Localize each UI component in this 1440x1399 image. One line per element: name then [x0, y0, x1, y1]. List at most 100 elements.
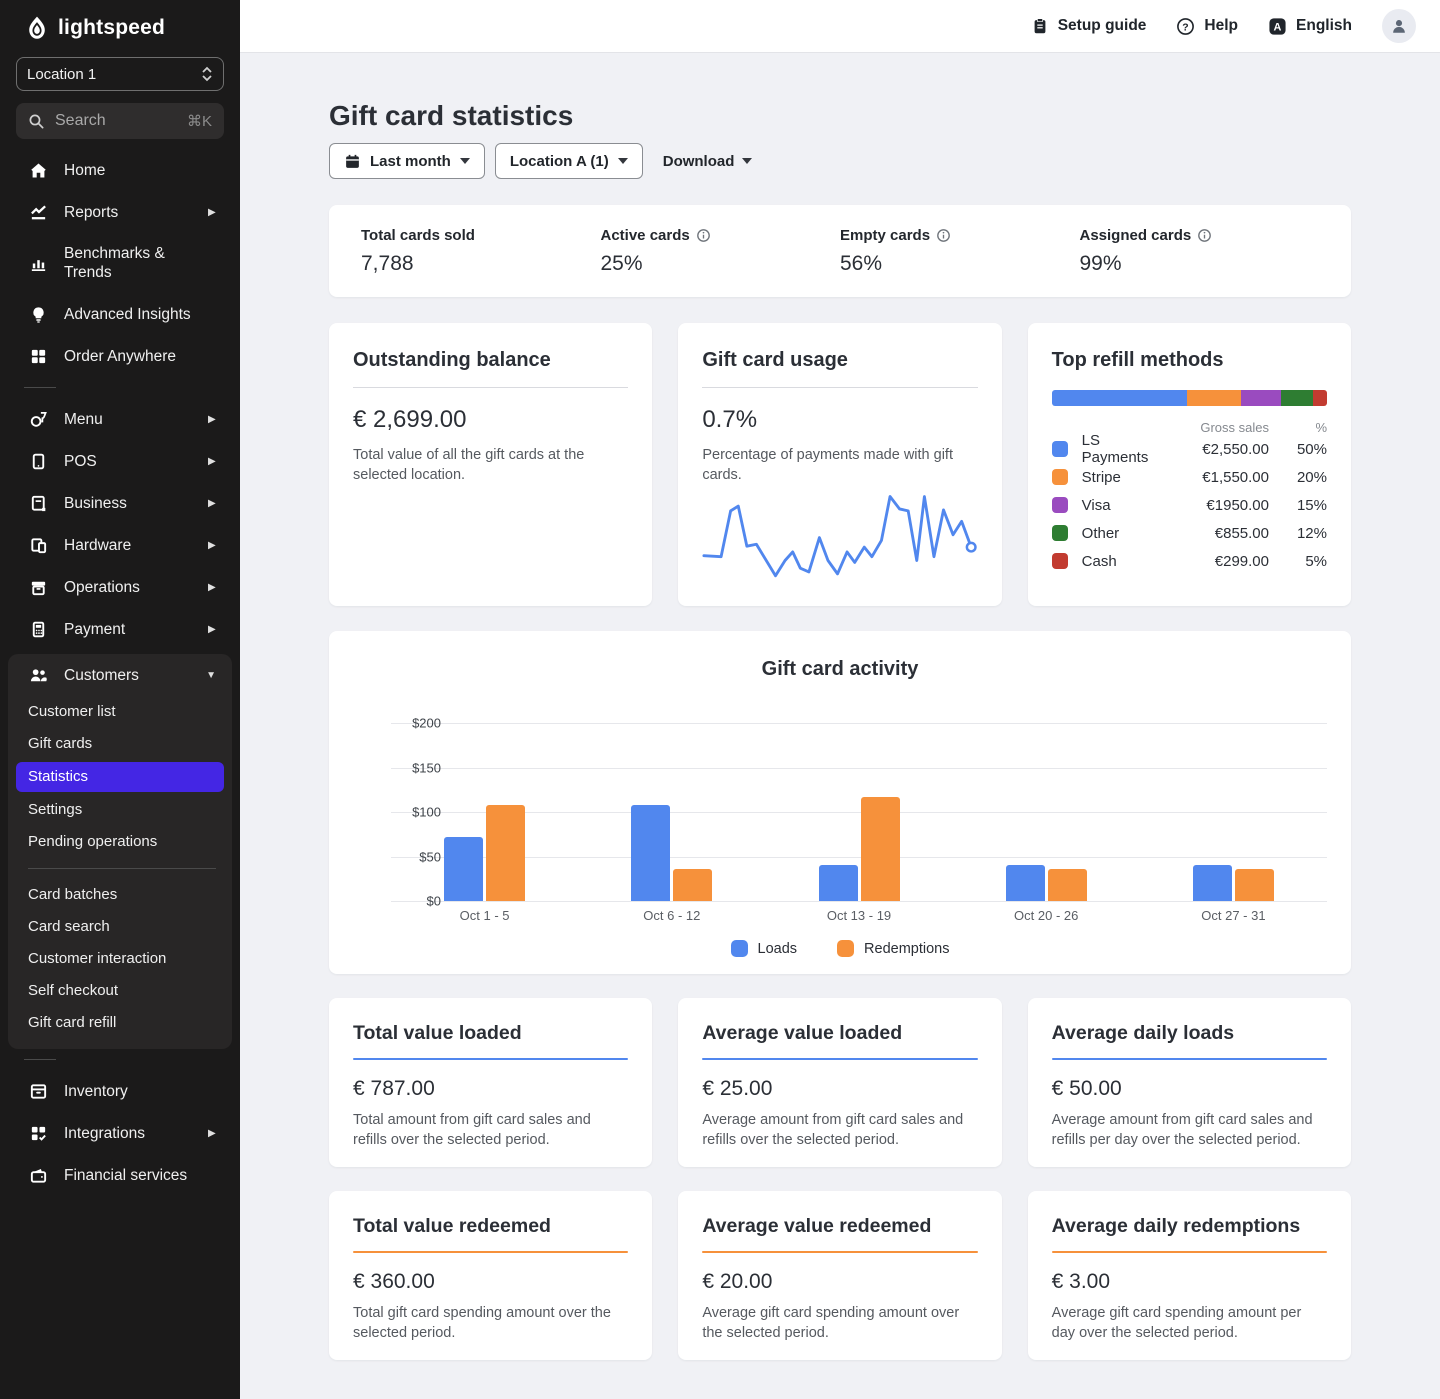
average-daily-loads-card: Average daily loads € 50.00 Average amou… — [1028, 998, 1351, 1167]
submenu-customer-interaction[interactable]: Customer interaction — [8, 943, 232, 975]
stat-value: 56% — [840, 252, 1080, 276]
user-avatar[interactable] — [1382, 9, 1416, 43]
sidebar-item-menu[interactable]: Menu ▶ — [0, 398, 240, 440]
page-title: Gift card statistics — [329, 100, 1351, 132]
sidebar-item-business[interactable]: Business ▶ — [0, 482, 240, 524]
download-button[interactable]: Download — [663, 153, 753, 170]
bar-redemptions — [1048, 869, 1087, 901]
sidebar-item-pos[interactable]: POS ▶ — [0, 440, 240, 482]
outstanding-balance-card: Outstanding balance € 2,699.00 Total val… — [329, 323, 652, 606]
home-icon — [28, 160, 48, 180]
chart-title: Gift card activity — [329, 657, 1351, 681]
refill-percentage: 5% — [1269, 553, 1327, 570]
refill-segment-visa — [1241, 390, 1281, 406]
stat-value: 25% — [601, 252, 841, 276]
info-icon[interactable] — [1197, 228, 1212, 243]
sidebar-nav: Home Reports ▶ Benchmarks & Trends Advan… — [0, 149, 240, 1196]
sidebar-divider — [24, 1059, 56, 1060]
accent-rule — [702, 1058, 977, 1060]
sidebar-item-inventory[interactable]: Inventory — [0, 1070, 240, 1112]
bar-loads — [631, 805, 670, 901]
sidebar-divider — [24, 387, 56, 388]
reports-icon — [28, 202, 48, 222]
submenu-gift-cards[interactable]: Gift cards — [8, 728, 232, 760]
sidebar-item-advanced-insights[interactable]: Advanced Insights — [0, 293, 240, 335]
bar-group — [765, 723, 952, 901]
stat-active-cards: Active cards 25% — [601, 227, 841, 275]
updown-chevrons-icon — [201, 66, 213, 82]
submenu-settings[interactable]: Settings — [8, 794, 232, 826]
grid-icon — [28, 346, 48, 366]
customers-icon — [28, 665, 48, 685]
activity-chart-plot: $200 $150 $100 $50 $0 — [329, 723, 1327, 901]
sidebar-item-integrations[interactable]: Integrations ▶ — [0, 1112, 240, 1154]
sidebar-item-financial-services[interactable]: Financial services — [0, 1154, 240, 1196]
x-axis-label: Oct 1 - 5 — [391, 908, 578, 923]
refill-gross-sales: €299.00 — [1159, 553, 1269, 570]
person-icon — [1390, 17, 1408, 35]
sidebar-item-hardware[interactable]: Hardware ▶ — [0, 524, 240, 566]
search-icon — [28, 113, 45, 130]
submenu-divider — [28, 868, 216, 869]
info-icon[interactable] — [696, 228, 711, 243]
refill-segment-cash — [1313, 390, 1327, 406]
box-icon — [28, 577, 48, 597]
help-button[interactable]: ? Help — [1176, 17, 1238, 36]
x-axis-label: Oct 20 - 26 — [953, 908, 1140, 923]
bar-redemptions — [1235, 869, 1274, 901]
refill-segment-other — [1281, 390, 1313, 406]
chevron-right-icon: ▶ — [208, 624, 216, 635]
submenu-card-search[interactable]: Card search — [8, 911, 232, 943]
refill-row: Other€855.0012% — [1052, 519, 1327, 547]
refill-swatch — [1052, 553, 1068, 569]
sidebar-item-operations[interactable]: Operations ▶ — [0, 566, 240, 608]
x-axis-label: Oct 27 - 31 — [1140, 908, 1327, 923]
bar-redemptions — [673, 869, 712, 901]
submenu-pending-operations[interactable]: Pending operations — [8, 826, 232, 858]
accent-rule — [1052, 1058, 1327, 1060]
refill-segment-stripe — [1187, 390, 1241, 406]
chevron-down-icon — [618, 158, 628, 164]
sidebar-item-reports[interactable]: Reports ▶ — [0, 191, 240, 233]
sidebar-item-order-anywhere[interactable]: Order Anywhere — [0, 335, 240, 377]
language-button[interactable]: A English — [1268, 17, 1352, 36]
info-icon[interactable] — [936, 228, 951, 243]
benchmarks-icon — [28, 253, 48, 273]
divider — [702, 387, 977, 388]
main-column: Setup guide ? Help A English Gift card s… — [240, 0, 1440, 1399]
chevron-right-icon: ▶ — [208, 498, 216, 509]
location-selector[interactable]: Location 1 — [16, 57, 224, 91]
submenu-customer-list[interactable]: Customer list — [8, 696, 232, 728]
usage-sparkline-chart — [702, 487, 979, 592]
outstanding-balance-value: € 2,699.00 — [353, 406, 628, 434]
x-axis-label: Oct 13 - 19 — [765, 908, 952, 923]
chevron-down-icon — [742, 158, 752, 164]
average-daily-redemptions-card: Average daily redemptions € 3.00 Average… — [1028, 1191, 1351, 1360]
refill-table: LS Payments€2,550.0050%Stripe€1,550.0020… — [1052, 435, 1327, 575]
refill-swatch — [1052, 441, 1068, 457]
accent-rule — [353, 1058, 628, 1060]
submenu-card-batches[interactable]: Card batches — [8, 879, 232, 911]
submenu-gift-card-refill[interactable]: Gift card refill — [8, 1007, 232, 1039]
location-selector-value: Location 1 — [27, 66, 96, 83]
search-input[interactable]: Search ⌘K — [16, 103, 224, 139]
refill-method-name: Other — [1082, 525, 1159, 542]
refill-swatch — [1052, 525, 1068, 541]
refill-method-name: LS Payments — [1082, 432, 1159, 466]
bar-redemptions — [486, 805, 525, 901]
refill-gross-sales: €1950.00 — [1159, 497, 1269, 514]
bar-loads — [1006, 865, 1045, 901]
date-range-button[interactable]: Last month — [329, 143, 485, 179]
refill-gross-sales: €1,550.00 — [1159, 469, 1269, 486]
sidebar-item-payment[interactable]: Payment ▶ — [0, 608, 240, 650]
setup-guide-button[interactable]: Setup guide — [1031, 17, 1147, 35]
tablet-icon — [28, 451, 48, 471]
submenu-self-checkout[interactable]: Self checkout — [8, 975, 232, 1007]
sidebar-item-benchmarks-trends[interactable]: Benchmarks & Trends — [0, 233, 240, 293]
chevron-right-icon: ▶ — [208, 582, 216, 593]
location-filter-button[interactable]: Location A (1) — [495, 143, 643, 179]
search-placeholder: Search — [55, 112, 177, 130]
sidebar-item-home[interactable]: Home — [0, 149, 240, 191]
submenu-statistics[interactable]: Statistics — [16, 762, 224, 792]
sidebar-item-customers[interactable]: Customers ▼ — [8, 654, 232, 696]
